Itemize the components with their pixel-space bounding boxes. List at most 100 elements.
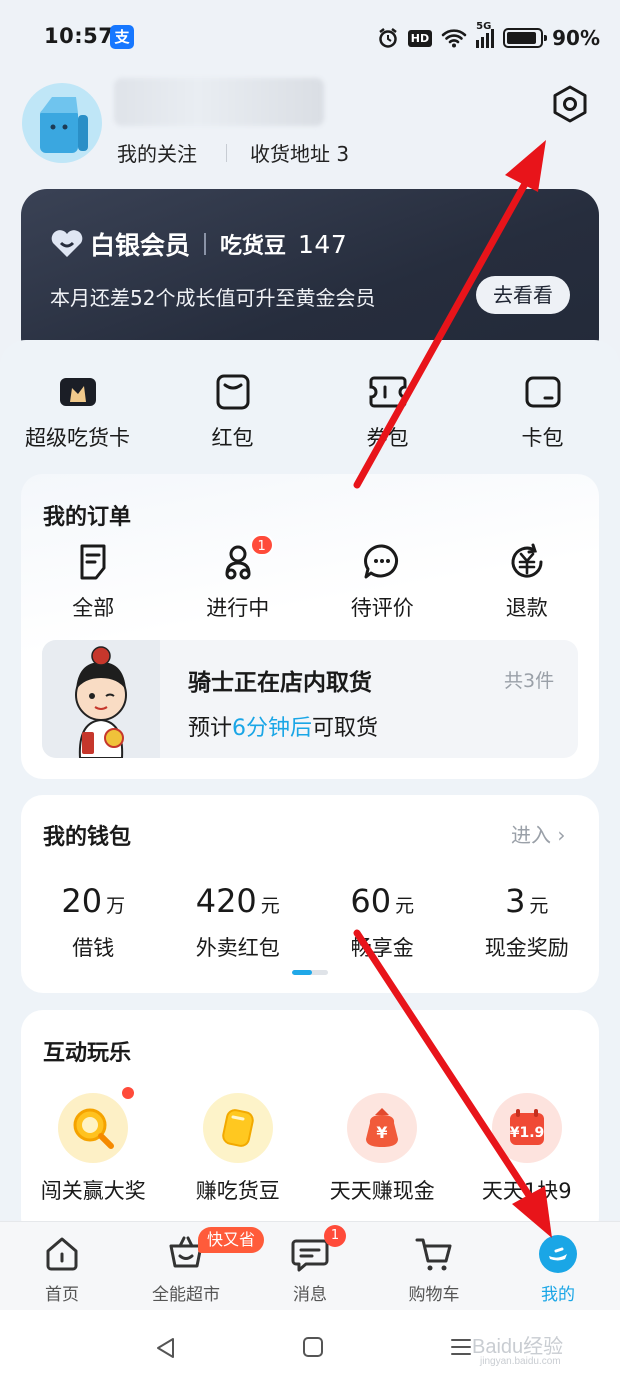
fun-item-daily-deal[interactable]: ¥1.9 天天1块9 [455, 1093, 600, 1205]
divider [204, 233, 207, 255]
watermark-url: jingyan.baidu.com [480, 1356, 561, 1367]
wallet-label: 畅享金 [350, 936, 414, 960]
delivery-item-count: 共3件 [504, 670, 555, 692]
back-icon[interactable] [154, 1336, 178, 1360]
avatar[interactable] [22, 83, 102, 163]
hd-badge: HD [407, 29, 433, 47]
wallet-items: 20 万 借钱 420 元 外卖红包 60 元 畅享金 3元 现金奖励 [21, 881, 599, 962]
member-progress-text: 本月还差52个成长值可升至黄金会员 [50, 286, 376, 310]
calendar-deal-icon: ¥1.9 [491, 1093, 562, 1163]
recents-menu-icon[interactable] [450, 1337, 472, 1357]
red-packet-icon [216, 374, 249, 410]
home-square-icon[interactable] [302, 1336, 324, 1358]
wallet-unit: 万 [106, 895, 126, 917]
eta-prefix: 预计 [188, 716, 233, 741]
wallet-item-enjoy-fund[interactable]: 60 元 畅享金 [310, 881, 455, 962]
crown-card-icon [59, 378, 96, 406]
beans-label: 吃货豆 [220, 234, 287, 259]
wallet-value: 20 [61, 882, 103, 920]
battery-percent: 90% [552, 26, 600, 50]
fun-item-earn-beans[interactable]: 赚吃货豆 [166, 1093, 311, 1205]
svg-text:¥: ¥ [377, 1123, 388, 1142]
wallet-item-loan[interactable]: 20 万 借钱 [21, 881, 166, 962]
milk-carton-avatar-icon [40, 97, 88, 153]
order-list-icon [80, 544, 106, 580]
fun-label: 天天1块9 [481, 1179, 572, 1203]
watermark: Baidu经验 [472, 1336, 564, 1358]
wallet-enter-link[interactable]: 进入 › [511, 819, 565, 848]
order-label: 全部 [72, 596, 115, 620]
shipping-address-link[interactable]: 收货地址 3 [250, 138, 349, 167]
delivery-eta: 预计6分钟后可取货 [188, 710, 378, 742]
heart-shield-icon [51, 230, 83, 257]
rider-mascot-image [42, 640, 160, 759]
tab-home[interactable]: 首页 [0, 1222, 124, 1310]
comment-icon [364, 544, 399, 579]
order-label: 退款 [505, 596, 548, 620]
my-follows-link[interactable]: 我的关注 [117, 138, 197, 167]
wallet-value: 60 [350, 882, 392, 920]
fun-item-challenge[interactable]: 闯关赢大奖 [21, 1087, 166, 1205]
tab-label: 首页 [45, 1285, 79, 1305]
cart-icon [415, 1238, 452, 1271]
view-member-button[interactable]: 去看看 [476, 276, 570, 314]
quick-link-card-wallet[interactable]: 卡包 [465, 372, 620, 462]
quick-link-red-packet[interactable]: 红包 [155, 372, 310, 462]
beans-count: 147 [298, 229, 348, 259]
tab-label: 消息 [293, 1285, 327, 1305]
wifi-icon [441, 29, 467, 48]
quick-link-label: 红包 [211, 426, 254, 450]
order-refund[interactable]: 退款 [455, 542, 600, 622]
new-dot [122, 1087, 134, 1099]
quick-link-label: 券包 [366, 426, 409, 450]
delivery-title: 骑士正在店内取货 [188, 670, 372, 696]
messages-badge: 1 [324, 1225, 346, 1247]
svg-text:¥1.9: ¥1.9 [509, 1125, 544, 1141]
wallet-item-cash-reward[interactable]: 3元 现金奖励 [455, 881, 600, 962]
tab-mine[interactable]: 我的 [496, 1222, 620, 1310]
order-in-progress[interactable]: 1 进行中 [166, 534, 311, 622]
divider [226, 143, 227, 162]
quick-link-label: 卡包 [521, 426, 564, 450]
fun-label: 天天赚现金 [329, 1179, 435, 1203]
order-all[interactable]: 全部 [21, 542, 166, 622]
order-to-review[interactable]: 待评价 [310, 542, 455, 622]
tab-messages[interactable]: 1 消息 [248, 1222, 372, 1310]
eta-suffix: 可取货 [312, 716, 379, 741]
wallet-title: 我的钱包 [43, 825, 132, 850]
tab-label: 购物车 [408, 1285, 460, 1305]
wallet-label: 现金奖励 [484, 936, 569, 960]
quick-link-super-card[interactable]: 超级吃货卡 [0, 372, 155, 462]
fun-item-earn-cash[interactable]: ¥ 天天赚现金 [310, 1093, 455, 1205]
tab-label: 我的 [541, 1285, 575, 1305]
settings-button[interactable] [549, 83, 591, 125]
wallet-page-indicator [292, 970, 328, 975]
order-status-row: 全部 1 进行中 待评价 退款 [21, 534, 600, 622]
rider-mascot-icon [75, 646, 127, 759]
member-header: 白银会员 吃货豆 147 [50, 226, 347, 262]
eta-time: 6分钟后 [232, 716, 313, 741]
fun-items: 闯关赢大奖 赚吃货豆 ¥ 天天赚现金 ¥1.9 天天1块9 [21, 1087, 600, 1205]
wallet-value: 420 [195, 882, 257, 920]
wallet-label: 外卖红包 [195, 936, 280, 960]
tab-cart[interactable]: 购物车 [372, 1222, 496, 1310]
quick-link-coupon[interactable]: 券包 [310, 372, 465, 462]
bean-icon [202, 1093, 273, 1163]
tab-supermarket[interactable]: 快又省 全能超市 [124, 1222, 265, 1310]
fun-label: 闯关赢大奖 [40, 1179, 146, 1203]
battery-level [507, 32, 536, 44]
bottom-tab-bar: 首页 快又省 全能超市 1 消息 购物车 我的 [0, 1221, 620, 1310]
profile-links: 我的关注 收货地址 3 [117, 138, 349, 167]
coupon-icon [369, 376, 406, 408]
member-tier: 白银会员 [90, 231, 191, 260]
alipay-notification-icon: 支 [110, 25, 134, 49]
signal-indicator: 5G [476, 21, 495, 48]
order-label: 进行中 [206, 596, 270, 620]
wallet-label: 借钱 [72, 936, 115, 960]
wallet-unit: 元 [395, 895, 415, 917]
magnifier-game-icon [58, 1093, 129, 1163]
wallet-unit: 元 [260, 895, 280, 917]
wallet-item-takeout-packet[interactable]: 420 元 外卖红包 [166, 881, 311, 962]
fun-label: 赚吃货豆 [195, 1179, 280, 1203]
status-indicators: HD 5G 90% [377, 21, 600, 52]
